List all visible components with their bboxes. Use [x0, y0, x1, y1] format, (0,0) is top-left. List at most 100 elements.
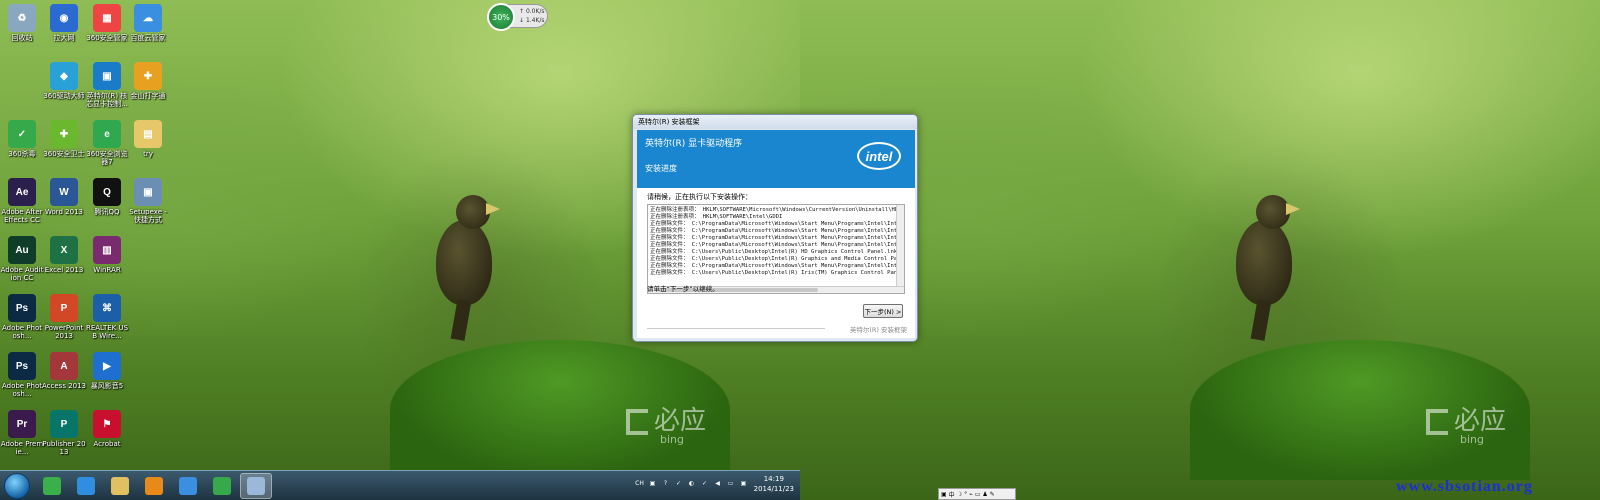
desktop-icon[interactable]: ▶ 暴风影音5: [85, 352, 129, 390]
taskbar-app-intel-setup[interactable]: [240, 473, 272, 499]
dialog-banner: 英特尔(R) 显卡驱动程序 安装进度 intel: [637, 130, 915, 188]
desktop-icon[interactable]: ◆ 360驱动大师: [42, 62, 86, 100]
app-icon: W: [50, 178, 78, 206]
desktop-icon[interactable]: ▣ Setupexe - 快捷方式: [126, 178, 170, 224]
continue-hint: 请单击“下一步”以继续。: [647, 285, 719, 293]
ime-button[interactable]: 中: [949, 490, 955, 499]
ime-button[interactable]: ▭: [975, 491, 981, 498]
tray-icon[interactable]: ▭: [726, 479, 735, 488]
ime-button[interactable]: ✎: [990, 491, 995, 498]
desktop-icon[interactable]: P PowerPoint 2013: [42, 294, 86, 340]
ime-button[interactable]: ⌁: [969, 491, 973, 498]
desktop-icon-label: Adobe Photosh...: [1, 324, 43, 340]
taskbar-app-explorer[interactable]: [104, 473, 136, 499]
bing-logo-icon: [1426, 408, 1448, 435]
system-tray: CH ▣? ✓ ◐ ✓ ◀ ▭ ▣: [635, 479, 748, 488]
desktop-icon[interactable]: ▤ try: [126, 120, 170, 158]
360-browser-icon: [43, 477, 61, 495]
desktop-icon[interactable]: P Publisher 2013: [42, 410, 86, 456]
desktop-icon-label: 百度云管家: [130, 34, 166, 42]
clock-date: 2014/11/23: [753, 485, 794, 493]
desktop-icon[interactable]: ☁ 百度云管家: [126, 4, 170, 42]
desktop-icon-label: 暴风影音5: [90, 382, 124, 390]
app-icon: ▶: [93, 352, 121, 380]
desktop-icon-label: Adobe After Effects CC: [1, 208, 43, 224]
taskbar: CH ▣? ✓ ◐ ✓ ◀ ▭ ▣ 14:19 2014/11/23: [0, 470, 800, 500]
desktop-icon[interactable]: ▥ WinRAR: [85, 236, 129, 274]
tray-icon[interactable]: ▣: [739, 479, 748, 488]
intel-logo-icon: intel: [857, 142, 901, 170]
desktop-icon[interactable]: ◉ 拉大网: [42, 4, 86, 42]
taskbar-app-media-player[interactable]: [138, 473, 170, 499]
desktop-icon-label: Word 2013: [44, 208, 84, 216]
start-button[interactable]: [4, 473, 30, 499]
desktop-icon[interactable]: ⚑ Acrobat: [85, 410, 129, 448]
next-button[interactable]: 下一步(N) >: [863, 304, 903, 318]
desktop-icon[interactable]: Pr Adobe Premie...: [0, 410, 44, 456]
log-line: 正在删除文件： C:\ProgramData\Microsoft\Windows…: [650, 221, 905, 227]
tray-icon[interactable]: CH: [635, 479, 644, 488]
desktop-icon[interactable]: Ps Adobe Photosh...: [0, 352, 44, 398]
app-icon: ▦: [93, 4, 121, 32]
app-icon: Ps: [8, 352, 36, 380]
desktop-icon[interactable]: ✚ 金山打字通: [126, 62, 170, 100]
tray-icon[interactable]: ✓: [674, 479, 683, 488]
desktop-icon[interactable]: ▣ 英特尔(R) 核芯显卡控制...: [85, 62, 129, 108]
desktop-icon-label: PowerPoint 2013: [44, 324, 84, 340]
app-icon: Ae: [8, 178, 36, 206]
desktop-icon-label: Setupexe - 快捷方式: [129, 208, 167, 224]
app-icon: P: [50, 410, 78, 438]
dialog-title[interactable]: 英特尔(R) 安装框架: [633, 115, 917, 129]
ime-toolbar[interactable]: ▣ 中 ☽ ° ⌁ ▭ ♟ ✎: [938, 488, 1016, 500]
desktop-icon-label: 回收站: [11, 34, 33, 42]
desktop-icon[interactable]: Ps Adobe Photosh...: [0, 294, 44, 340]
desktop-icon[interactable]: Q 腾讯QQ: [85, 178, 129, 216]
desktop-icon-label: try: [143, 150, 153, 158]
taskbar-app-360-browser[interactable]: [36, 473, 68, 499]
taskbar-app-ie[interactable]: [70, 473, 102, 499]
taskbar-app-360-safe[interactable]: [206, 473, 238, 499]
log-line: 正在删除文件： C:\Users\Public\Desktop\Intel(R)…: [650, 249, 898, 255]
desktop-icon[interactable]: ⌘ REALTEK USB Wire...: [85, 294, 129, 340]
ime-button[interactable]: ☽: [957, 491, 962, 498]
tray-icon[interactable]: ▣: [648, 479, 657, 488]
app-icon: ◆: [50, 62, 78, 90]
tray-icon[interactable]: ✓: [700, 479, 709, 488]
desktop-icon[interactable]: Ae Adobe After Effects CC: [0, 178, 44, 224]
desktop-icon[interactable]: Au Adobe Audition CC: [0, 236, 44, 282]
desktop-icon-label: 拉大网: [53, 34, 75, 42]
app-icon: ✓: [8, 120, 36, 148]
product-name: 英特尔(R) 显卡驱动程序: [645, 139, 743, 149]
taskbar-app-baidu-cloud[interactable]: [172, 473, 204, 499]
install-log[interactable]: 正在删除注册表项： HKLM\SOFTWARE\Microsoft\Window…: [647, 204, 905, 294]
desktop-icon-label: Adobe Audition CC: [0, 266, 44, 282]
app-icon: ⌘: [93, 294, 121, 322]
app-icon: ⚑: [93, 410, 121, 438]
desktop-icon-label: 金山打字通: [130, 92, 166, 100]
ime-button[interactable]: ♟: [982, 491, 987, 498]
desktop-icon[interactable]: e 360安全浏览器7: [85, 120, 129, 166]
desktop-icon[interactable]: X Excel 2013: [42, 236, 86, 274]
desktop-icon-label: Adobe Photosh...: [1, 382, 43, 398]
right-desktop: 必应 bing: [800, 0, 1600, 500]
desktop-icon[interactable]: W Word 2013: [42, 178, 86, 216]
desktop-icon-label: Excel 2013: [44, 266, 84, 274]
desktop-icon[interactable]: ♻ 回收站: [0, 4, 44, 42]
app-icon: A: [50, 352, 78, 380]
desktop-icon[interactable]: A Access 2013: [42, 352, 86, 390]
desktop-icon[interactable]: ▦ 360安全管家: [85, 4, 129, 42]
app-icon: ▤: [134, 120, 162, 148]
clock[interactable]: 14:19 2014/11/23: [754, 474, 794, 494]
tray-icon[interactable]: ◐: [687, 479, 696, 488]
desktop-icon[interactable]: ✚ 360安全卫士: [42, 120, 86, 158]
ime-button[interactable]: ▣: [941, 491, 947, 498]
dialog-content: 请稍候，正在执行以下安装操作： 正在删除注册表项： HKLM\SOFTWARE\…: [637, 188, 915, 338]
desktop-icon[interactable]: ✓ 360杀毒: [0, 120, 44, 158]
log-line: 正在删除文件： C:\Users\Public\Desktop\Intel(R)…: [650, 270, 905, 276]
tray-icon[interactable]: ?: [661, 479, 670, 488]
tray-icon[interactable]: ◀: [713, 479, 722, 488]
log-vertical-scrollbar[interactable]: [896, 205, 904, 293]
log-line: 正在删除注册表项： HKLM\SOFTWARE\Microsoft\Window…: [650, 207, 905, 213]
network-meter-widget[interactable]: 30% ↑ 0.0K/s ↓ 1.4K/s: [487, 3, 548, 31]
ime-button[interactable]: °: [964, 491, 967, 498]
